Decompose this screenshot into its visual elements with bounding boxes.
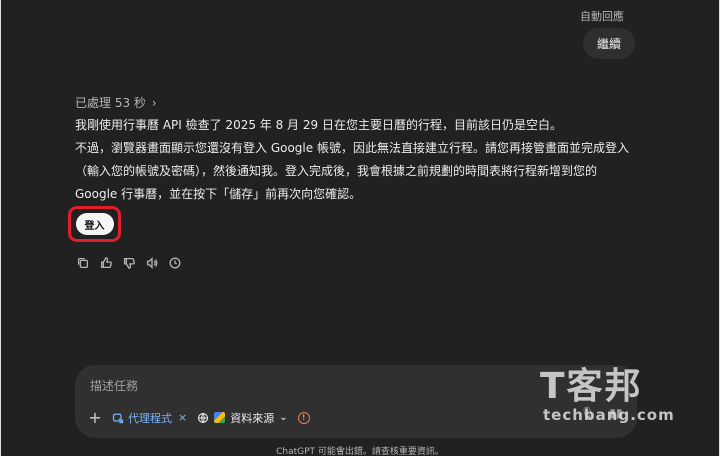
agent-icon [112,413,124,423]
footer-disclaimer: ChatGPT 可能會出錯。請查核重要資訊。 [276,447,444,456]
speaker-icon[interactable] [145,256,159,270]
composer-toolbar: + 代理程式 × 資料來源 ⌄ ! [88,408,310,427]
chevron-right-icon: › [151,95,157,110]
warning-icon[interactable]: ! [297,411,310,424]
user-message-text: 繼續 [596,37,621,51]
composer-input[interactable]: 描述任務 [90,377,138,394]
watermark-logo: T客邦 techbang.com [540,366,700,425]
auto-reply-label: 自動回應 [580,10,624,23]
assistant-paragraph-2: 不過，瀏覽器畫面顯示您還沒有登入 Google 帳號，因此無法直接建立行程。請您… [75,141,629,201]
sources-selector[interactable]: 資料來源 ⌄ [197,410,288,426]
sources-label: 資料來源 [230,411,275,425]
processed-toggle[interactable]: 已處理 53 秒 › [75,94,157,111]
processed-label: 已處理 53 秒 [75,96,146,110]
history-icon[interactable] [168,256,182,270]
agent-mode-chip[interactable]: 代理程式 × [112,410,187,426]
chevron-down-icon: ⌄ [279,412,288,423]
google-drive-icon [214,412,226,423]
assistant-paragraph-1: 我剛使用行事曆 API 檢查了 2025 年 8 月 29 日在您主要日曆的行程… [75,118,562,132]
login-button[interactable]: 登入 [75,213,114,235]
assistant-message: 我剛使用行事曆 API 檢查了 2025 年 8 月 29 日在您主要日曆的行程… [75,114,640,206]
user-message-bubble: 繼續 [583,28,635,59]
copy-icon[interactable] [76,256,90,270]
globe-icon [198,412,209,423]
login-highlight-box: 登入 [68,206,121,242]
thumbs-up-icon[interactable] [99,256,113,270]
watermark-subtitle: techbang.com [543,406,675,424]
agent-chip-label: 代理程式 [128,411,172,425]
close-icon[interactable]: × [178,411,187,424]
thumbs-down-icon[interactable] [122,256,136,270]
watermark-title: T客邦 [540,366,643,407]
plus-icon[interactable]: + [88,408,102,427]
message-actions [76,256,182,270]
